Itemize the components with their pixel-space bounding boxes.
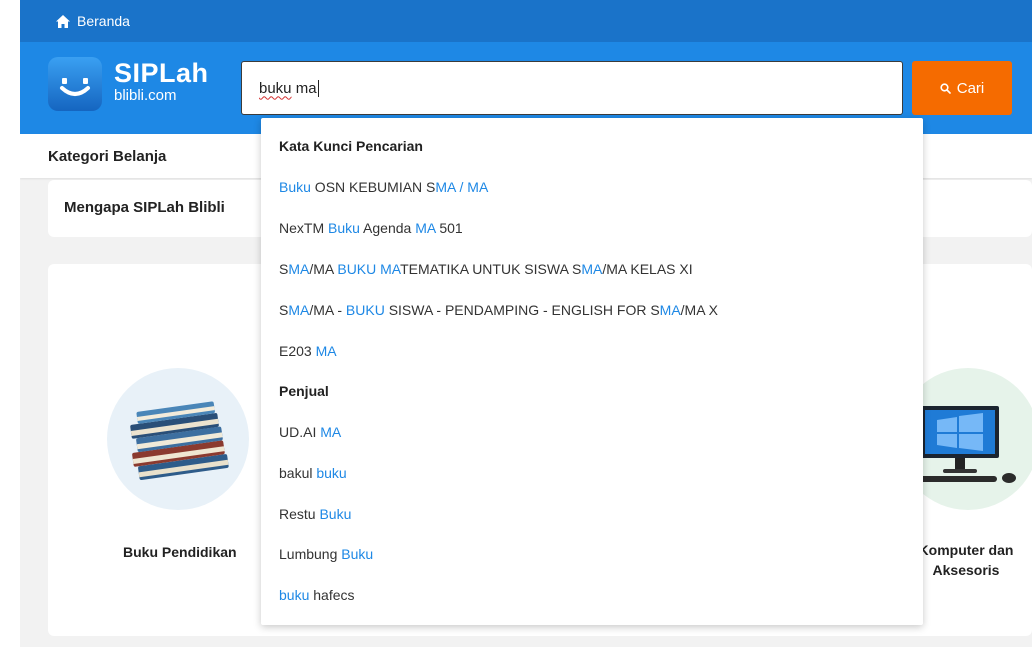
why-siplah-title: Mengapa SIPLah Blibli (64, 199, 225, 216)
page: Beranda SIPLah blibli.com buku ma Cari K… (20, 0, 1032, 647)
logo-icon[interactable] (48, 57, 102, 111)
keyword-suggestion[interactable]: Buku OSN KEBUMIAN SMA / MA (279, 178, 488, 196)
seller-suggestion[interactable]: UD.AI MA (279, 423, 341, 441)
seller-suggestion[interactable]: Lumbung Buku (279, 545, 373, 563)
highlight-match: Buku (319, 506, 352, 522)
suggestion-text: E203 (279, 343, 316, 359)
suggestion-text: Restu (279, 506, 320, 522)
highlight-match: MA (320, 424, 342, 440)
books-icon (130, 401, 229, 480)
keyword-suggestion[interactable]: SMA/MA BUKU MATEMATIKA UNTUK SISWA SMA/M… (279, 260, 693, 278)
keyword-suggestion[interactable]: E203 MA (279, 342, 337, 360)
suggestion-text: NexTM (279, 220, 328, 236)
category-books[interactable] (107, 368, 249, 510)
suggestion-text: OSN KEBUMIAN S (310, 179, 436, 195)
seller-heading: Penjual (279, 383, 329, 399)
highlight-match: BUKU MA (337, 261, 401, 277)
search-suggestions-dropdown: Kata Kunci Pencarian Buku OSN KEBUMIAN S… (261, 118, 923, 625)
highlight-match: Buku (328, 220, 360, 236)
keyword-suggestion[interactable]: NexTM Buku Agenda MA 501 (279, 219, 463, 237)
category-books-label[interactable]: Buku Pendidikan (123, 542, 237, 562)
search-value-misspelled: buku (259, 79, 292, 97)
highlight-match: MA (581, 261, 603, 277)
logo-title: SIPLah (114, 58, 209, 88)
suggestion-text: S (279, 302, 289, 318)
suggestion-text: /MA (309, 261, 338, 277)
logo[interactable]: SIPLah blibli.com (114, 59, 209, 104)
suggestion-text: hafecs (309, 587, 355, 603)
suggestion-text: TEMATIKA UNTUK SISWA S (400, 261, 582, 277)
highlight-match: MA (415, 220, 436, 236)
highlight-match: Buku (341, 546, 374, 562)
search-button-label: Cari (956, 79, 985, 97)
keyword-suggestion[interactable]: SMA/MA - BUKU SISWA - PENDAMPING - ENGLI… (279, 301, 718, 319)
top-bar: Beranda (20, 0, 1032, 42)
suggestion-text: Lumbung (279, 546, 342, 562)
seller-suggestion[interactable]: Restu Buku (279, 505, 351, 523)
highlight-match: MA (288, 261, 310, 277)
highlight-match: MA (315, 343, 337, 359)
search-value-rest: ma (291, 79, 317, 97)
seller-suggestion[interactable]: buku hafecs (279, 586, 355, 604)
suggestion-text: 501 (435, 220, 463, 236)
category-menu[interactable]: Kategori Belanja (48, 148, 166, 165)
suggestion-text: S (279, 261, 289, 277)
highlight-match: buku (316, 465, 347, 481)
text-caret (317, 79, 319, 97)
home-icon[interactable] (56, 14, 70, 28)
highlight-match: MA / MA (435, 179, 489, 195)
seller-suggestion[interactable]: bakul buku (279, 464, 347, 482)
search-input[interactable]: buku ma (241, 61, 903, 115)
suggestion-text: Agenda (359, 220, 416, 236)
highlight-match: MA (659, 302, 681, 318)
logo-subtitle: blibli.com (114, 87, 177, 104)
suggestion-text: SISWA - PENDAMPING - ENGLISH FOR S (384, 302, 660, 318)
keyword-heading: Kata Kunci Pencarian (279, 138, 423, 154)
category-computer-label[interactable]: Komputer dan Aksesoris (906, 540, 1026, 580)
suggestion-text: bakul (279, 465, 317, 481)
highlight-match: buku (279, 587, 310, 603)
suggestion-text: /MA KELAS XI (602, 261, 693, 277)
suggestion-text: UD.AI (279, 424, 321, 440)
search-icon (940, 82, 951, 94)
highlight-match: MA (288, 302, 310, 318)
highlight-match: Buku (279, 179, 311, 195)
search-button[interactable]: Cari (912, 61, 1012, 115)
highlight-match: BUKU (345, 302, 385, 318)
suggestion-text: /MA - (309, 302, 346, 318)
suggestion-text: /MA X (680, 302, 719, 318)
home-link[interactable]: Beranda (77, 13, 130, 29)
